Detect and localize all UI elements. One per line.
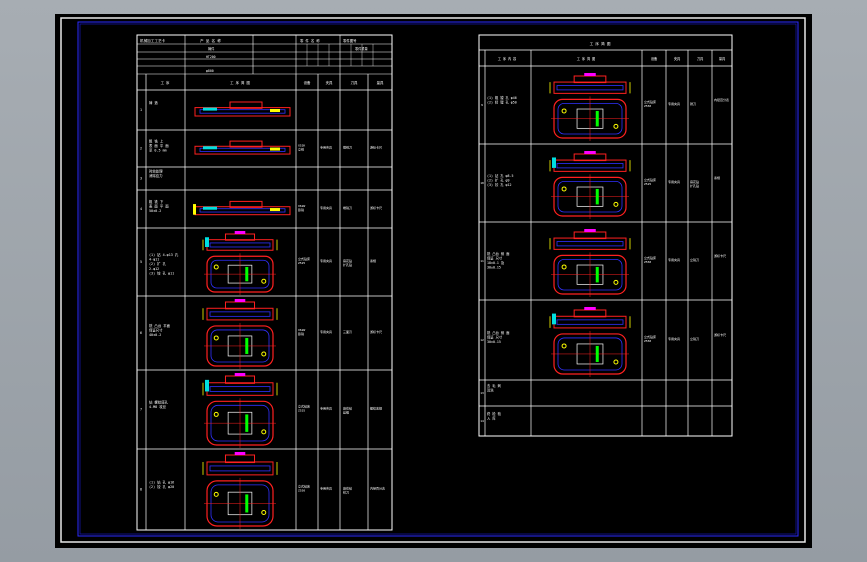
clamp-mark <box>234 299 246 302</box>
fixture-text: 专用夹具 <box>320 258 332 263</box>
step-number: 7 <box>140 408 142 412</box>
step-number: 10 <box>480 181 484 185</box>
locator-mark <box>203 107 217 111</box>
header-part-weight: 零件重量 <box>355 46 369 51</box>
column-header-label: 刀具 <box>697 56 704 61</box>
column-header-label: 工 序 简 图 <box>577 56 596 61</box>
step-description: 钻 螺纹底孔 4-M8 攻丝 <box>149 400 169 410</box>
locator-mark <box>203 206 217 210</box>
column-header-label: 量具 <box>377 80 384 85</box>
step-description: (1) 钻 孔 φ16 (2) 铰 孔 φ20 <box>149 480 174 490</box>
column-header-label: 工 序 简 图 <box>230 80 250 85</box>
fixture-text: 专用夹具 <box>668 257 680 262</box>
gauge-text: 游标卡尺 <box>714 253 726 258</box>
clamp-mark <box>584 73 596 76</box>
step-number: 12 <box>480 338 484 342</box>
step-number: 9 <box>481 103 483 107</box>
step-number: 5 <box>140 260 142 264</box>
gauge-text: 游标卡尺 <box>370 145 382 150</box>
fixture-text: 专用夹具 <box>668 336 680 341</box>
right-header-title: 工 序 简 图 <box>590 41 611 46</box>
fixture-text: 专用夹具 <box>320 205 332 210</box>
clamp-mark <box>270 109 280 112</box>
column-header-label: 设备 <box>651 56 658 61</box>
dim-line <box>193 204 196 215</box>
drawing-canvas[interactable] <box>55 14 812 548</box>
surface-mark <box>245 494 249 513</box>
surface-mark <box>245 337 249 354</box>
cad-viewport[interactable]: 机械加工工艺卡 产 品 名 称 零 件 名 称 零件图号铸件 零件重量 HT200 φ800… <box>0 0 867 562</box>
step-description: 时效处理消除应力 <box>149 169 163 179</box>
surface-mark <box>595 345 599 362</box>
header-part-number: 零件图号 <box>343 38 357 43</box>
column-header-label: 夹具 <box>674 56 681 61</box>
column-header-label: 设备 <box>304 80 311 85</box>
locator-mark <box>552 313 556 325</box>
locator-mark <box>203 146 217 150</box>
gauge-text: 螺纹塞规 <box>370 406 382 411</box>
step-number: 8 <box>140 488 142 492</box>
gauge-text: 内径百分表 <box>714 97 729 102</box>
step-number: 13 <box>480 391 484 395</box>
clamp-mark <box>234 231 246 234</box>
column-header-label: 夹具 <box>326 80 333 85</box>
header-blank-type: 铸件 <box>208 46 215 51</box>
tool-text: 端铣刀 <box>343 205 352 210</box>
column-header-label: 刀具 <box>351 80 358 85</box>
gauge-text: 塞规 <box>714 175 720 180</box>
header-product-name: 产 品 名 称 <box>200 38 221 43</box>
fixture-text: 专用夹具 <box>320 145 332 150</box>
tool-text: 立铣刀 <box>690 336 699 341</box>
clamp-mark <box>270 208 280 212</box>
clamp-mark <box>270 147 280 151</box>
step-number: 3 <box>140 177 142 181</box>
step-number: 11 <box>480 259 484 263</box>
step-description: 铸 造 <box>149 100 158 105</box>
header-title: 机械加工工艺卡 <box>140 38 166 43</box>
clamp-mark <box>234 373 246 376</box>
step-number: 1 <box>140 108 142 112</box>
column-header-label: 工 序 内 容 <box>498 56 517 61</box>
clamp-mark <box>584 307 596 310</box>
tool-text: 三面刃 <box>343 330 352 334</box>
surface-mark <box>245 266 249 282</box>
locator-mark <box>205 237 209 247</box>
surface-mark <box>595 110 599 127</box>
clamp-mark <box>584 229 596 232</box>
tool-text: 镗刀 <box>690 101 696 106</box>
column-header-label: 量具 <box>719 56 726 61</box>
header-part-name: 零 件 名 称 <box>300 38 320 43</box>
clamp-mark <box>234 452 246 455</box>
tool-text: 端铣刀 <box>343 145 352 150</box>
fixture-text: 专用夹具 <box>668 101 680 106</box>
column-header-label: 工 序 <box>161 80 170 85</box>
tool-text: 麻花钻扩孔钻 <box>690 179 699 188</box>
gauge-text: 游标卡尺 <box>370 329 382 334</box>
surface-mark <box>595 188 599 205</box>
gauge-text: 游标卡尺 <box>714 332 726 337</box>
step-description: (1) 粗 镗 孔 φ46 (2) 精 镗 孔 φ50 <box>487 95 517 104</box>
tool-text: 立铣刀 <box>690 257 699 262</box>
locator-mark <box>552 157 556 168</box>
fixture-text: 专用夹具 <box>320 486 332 491</box>
surface-mark <box>595 266 599 283</box>
step-number: 2 <box>140 147 142 151</box>
tool-text: 麻花钻扩孔钻 <box>343 258 352 267</box>
surface-mark <box>245 414 249 432</box>
step-number: 14 <box>480 419 484 423</box>
gauge-text: 游标卡尺 <box>370 205 382 210</box>
fixture-text: 专用夹具 <box>320 329 332 334</box>
locator-mark <box>205 379 209 392</box>
clamp-mark <box>584 151 596 154</box>
gauge-text: 塞规 <box>370 258 376 263</box>
gauge-text: 内径百分表 <box>370 486 385 491</box>
fixture-text: 专用夹具 <box>668 179 680 184</box>
fixture-text: 专用夹具 <box>320 406 332 411</box>
header-material: HT200 <box>206 55 216 59</box>
step-number: 4 <box>140 207 142 211</box>
step-number: 6 <box>140 331 142 335</box>
header-size: φ800 <box>206 69 214 73</box>
